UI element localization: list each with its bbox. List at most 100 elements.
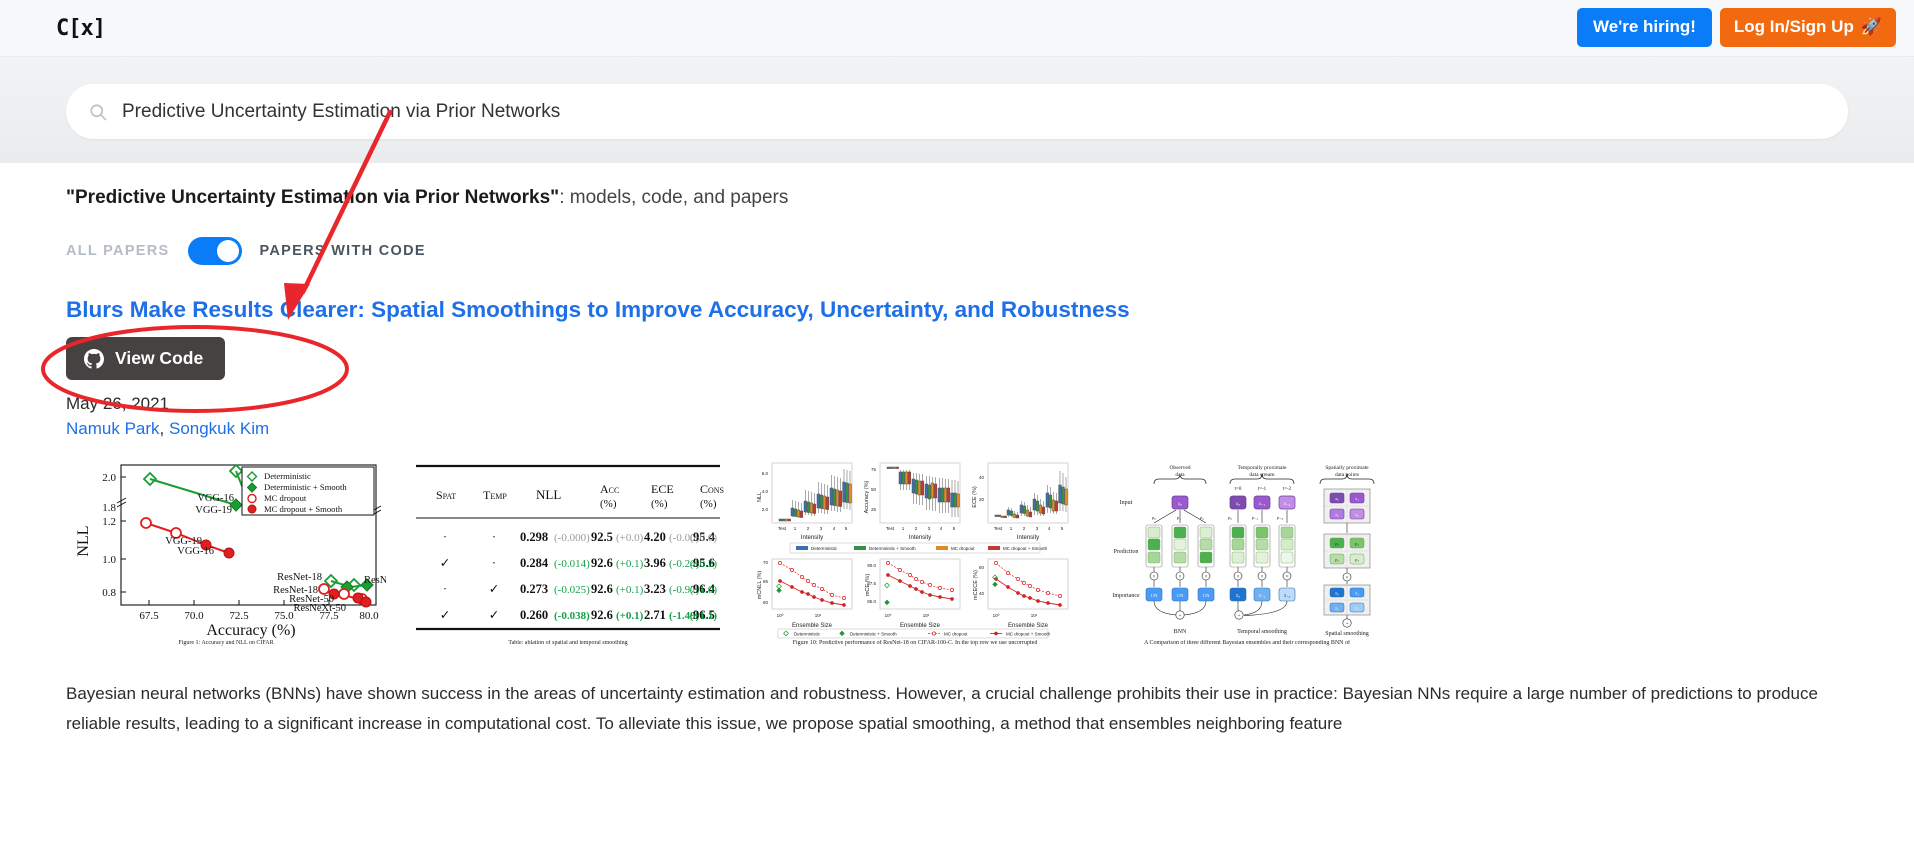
site-logo[interactable]: C[x] bbox=[56, 16, 106, 41]
author-link-2[interactable]: Songkuk Kim bbox=[169, 419, 269, 438]
author-separator: , bbox=[159, 419, 169, 438]
svg-text:75: 75 bbox=[871, 467, 877, 472]
svg-text:x₁: x₁ bbox=[1354, 496, 1359, 501]
svg-text:MC dropout + Smooth: MC dropout + Smooth bbox=[264, 504, 343, 514]
svg-text:75.0: 75.0 bbox=[274, 610, 294, 622]
svg-text:·: · bbox=[492, 530, 496, 544]
svg-text:x₂: x₂ bbox=[1334, 512, 1339, 517]
svg-text:ResNet-18: ResNet-18 bbox=[277, 572, 322, 583]
svg-text:p₂: p₂ bbox=[1334, 557, 1339, 562]
svg-text:(-0.000): (-0.000) bbox=[554, 532, 590, 544]
svg-text:Deterministic: Deterministic bbox=[264, 471, 311, 481]
svg-text:Ensemble Size: Ensemble Size bbox=[1008, 623, 1049, 629]
svg-text:p₋₂: p₋₂ bbox=[1276, 515, 1284, 520]
svg-text:✓: ✓ bbox=[440, 608, 450, 622]
view-code-label: View Code bbox=[115, 348, 204, 368]
login-signup-button[interactable]: Log In/Sign Up 🚀 bbox=[1719, 8, 1896, 47]
svg-text:85.0: 85.0 bbox=[867, 599, 876, 604]
svg-text:MC dropout + Smooth: MC dropout + Smooth bbox=[1003, 546, 1048, 551]
svg-text:0.273: 0.273 bbox=[520, 582, 548, 596]
svg-text:t=-2: t=-2 bbox=[1283, 487, 1292, 492]
search-input[interactable] bbox=[120, 99, 1826, 124]
svg-text:(-0.014): (-0.014) bbox=[554, 558, 590, 570]
svg-text:1/N: 1/N bbox=[1203, 593, 1211, 598]
top-navigation-bar: C[x] We're hiring! Log In/Sign Up 🚀 bbox=[0, 0, 1914, 57]
svg-text:10¹: 10¹ bbox=[923, 613, 930, 618]
svg-text:Prediction: Prediction bbox=[1114, 549, 1139, 555]
svg-text:π₀: π₀ bbox=[1335, 591, 1339, 596]
svg-text:×: × bbox=[1286, 575, 1289, 580]
hiring-button[interactable]: We're hiring! bbox=[1577, 8, 1712, 47]
svg-text:Spatially proximate: Spatially proximate bbox=[1325, 465, 1369, 471]
svg-text:Deterministic: Deterministic bbox=[811, 546, 838, 551]
svg-text:(+0.0): (+0.0) bbox=[616, 532, 644, 544]
paper-title-link[interactable]: Blurs Make Results Clearer: Spatial Smoo… bbox=[66, 296, 1914, 323]
svg-text:ResNet-50: ResNet-50 bbox=[364, 575, 386, 586]
svg-text:t=-1: t=-1 bbox=[1258, 487, 1267, 492]
search-box[interactable] bbox=[66, 84, 1848, 139]
results-query-text: "Predictive Uncertainty Estimation via P… bbox=[66, 187, 560, 208]
author-link-1[interactable]: Namuk Park bbox=[66, 419, 160, 438]
svg-text:Acc: Acc bbox=[600, 482, 619, 496]
svg-text:(+0.1): (+0.1) bbox=[616, 610, 644, 622]
toggle-knob bbox=[216, 240, 239, 262]
svg-text:Ensemble Size: Ensemble Size bbox=[792, 623, 833, 629]
svg-text:(+1.0): (+1.0) bbox=[690, 584, 718, 596]
svg-text:×: × bbox=[1205, 575, 1208, 580]
figure-smoothing-diagram[interactable]: Observed data Temporally proximate data … bbox=[1102, 457, 1392, 647]
svg-text:Deterministic: Deterministic bbox=[794, 632, 821, 637]
paper-figure-strip: 2.0 1.8 1.2 1.0 0.8 67.5 70.0 72.5 75.0 … bbox=[66, 457, 1914, 657]
figure-3-svg: 6.0 4.0 2.0 NLL Test 1 2 3 4 5 Intensity bbox=[750, 457, 1080, 639]
svg-text:2.0: 2.0 bbox=[762, 507, 769, 512]
svg-text:0.298: 0.298 bbox=[520, 530, 548, 544]
papers-with-code-toggle[interactable] bbox=[187, 237, 242, 265]
svg-text:π₀: π₀ bbox=[1236, 594, 1240, 599]
svg-text:Spat: Spat bbox=[436, 488, 456, 502]
svg-text:Accuracy (%): Accuracy (%) bbox=[864, 480, 870, 513]
svg-text:MC dropout: MC dropout bbox=[264, 493, 307, 503]
svg-text:ECE: ECE bbox=[651, 482, 674, 496]
results-heading-suffix: : models, code, and papers bbox=[559, 187, 789, 208]
svg-text:p₃: p₃ bbox=[1354, 557, 1359, 562]
svg-text:×: × bbox=[1153, 575, 1156, 580]
figure-1-caption: Figure 1: Accuracy and NLL on CIFAR bbox=[178, 640, 274, 646]
svg-text:p₁: p₁ bbox=[1176, 515, 1181, 520]
toggle-label-all-papers[interactable]: ALL PAPERS bbox=[66, 243, 170, 259]
paper-abstract: Bayesian neural networks (BNNs) have sho… bbox=[66, 684, 1818, 733]
view-code-button[interactable]: View Code bbox=[66, 337, 226, 380]
svg-text:25: 25 bbox=[871, 507, 877, 512]
svg-text:p₀: p₀ bbox=[1151, 515, 1156, 520]
svg-text:50: 50 bbox=[871, 487, 877, 492]
figure-4-svg: Observed data Temporally proximate data … bbox=[1102, 457, 1392, 639]
svg-text:✓: ✓ bbox=[440, 556, 450, 570]
svg-text:p₀: p₀ bbox=[1334, 541, 1339, 546]
svg-text:Intensity: Intensity bbox=[909, 535, 931, 541]
figure-ablation-table[interactable]: Spat Temp NLL Acc (%) ECE (%) Cons (%) ·… bbox=[408, 457, 728, 647]
svg-text:6.0: 6.0 bbox=[762, 471, 769, 476]
svg-text:mCE (%): mCE (%) bbox=[865, 574, 871, 596]
svg-text:1/N: 1/N bbox=[1151, 593, 1159, 598]
svg-text:92.6: 92.6 bbox=[591, 582, 613, 596]
svg-text:·: · bbox=[492, 556, 496, 570]
svg-text:VGG-16: VGG-16 bbox=[177, 546, 214, 557]
toggle-label-papers-with-code[interactable]: PAPERS WITH CODE bbox=[260, 243, 426, 259]
svg-text:(+0.1): (+0.1) bbox=[616, 558, 644, 570]
figure-accuracy-nll-cifar[interactable]: 2.0 1.8 1.2 1.0 0.8 67.5 70.0 72.5 75.0 … bbox=[66, 457, 386, 647]
svg-text:×: × bbox=[1237, 575, 1240, 580]
svg-text:·: · bbox=[443, 530, 447, 544]
svg-text:t=0: t=0 bbox=[1235, 487, 1242, 492]
svg-text:10⁰: 10⁰ bbox=[993, 613, 1000, 618]
svg-text:60: 60 bbox=[979, 565, 985, 570]
figure-predictive-performance-resnet[interactable]: 6.0 4.0 2.0 NLL Test 1 2 3 4 5 Intensity bbox=[750, 457, 1080, 647]
paper-date: May 26, 2021 bbox=[66, 394, 170, 413]
svg-text:π₃: π₃ bbox=[1355, 606, 1359, 611]
rocket-icon: 🚀 bbox=[1860, 17, 1882, 36]
svg-text:Temporally proximate: Temporally proximate bbox=[1238, 465, 1288, 471]
svg-text:p₋₁: p₋₁ bbox=[1251, 515, 1259, 520]
search-band bbox=[0, 57, 1914, 163]
svg-text:3.23: 3.23 bbox=[644, 582, 666, 596]
svg-text:Observed: Observed bbox=[1169, 465, 1190, 471]
svg-text:40: 40 bbox=[979, 475, 985, 480]
svg-text:x₃: x₃ bbox=[1354, 512, 1359, 517]
figure-2-svg: Spat Temp NLL Acc (%) ECE (%) Cons (%) ·… bbox=[408, 457, 728, 639]
